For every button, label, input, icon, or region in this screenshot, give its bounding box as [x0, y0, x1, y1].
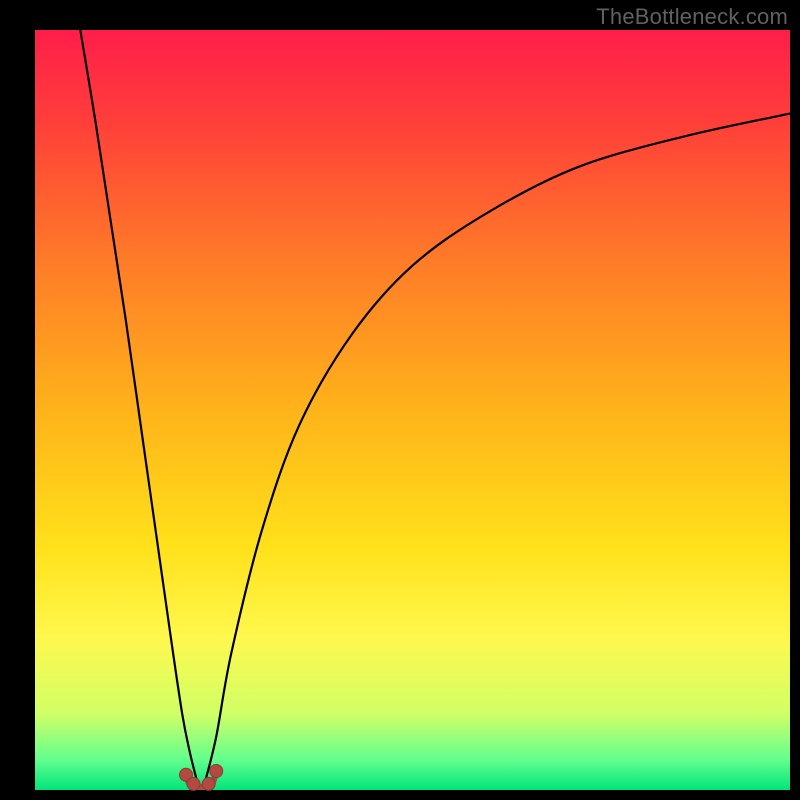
watermark-text: TheBottleneck.com: [596, 4, 788, 30]
gradient-background: [35, 30, 790, 790]
marker-dot: [202, 777, 215, 790]
marker-dot: [187, 777, 200, 790]
chart-frame: TheBottleneck.com: [0, 0, 800, 800]
bottleneck-curve-chart: [0, 0, 800, 800]
marker-dot: [210, 765, 223, 778]
